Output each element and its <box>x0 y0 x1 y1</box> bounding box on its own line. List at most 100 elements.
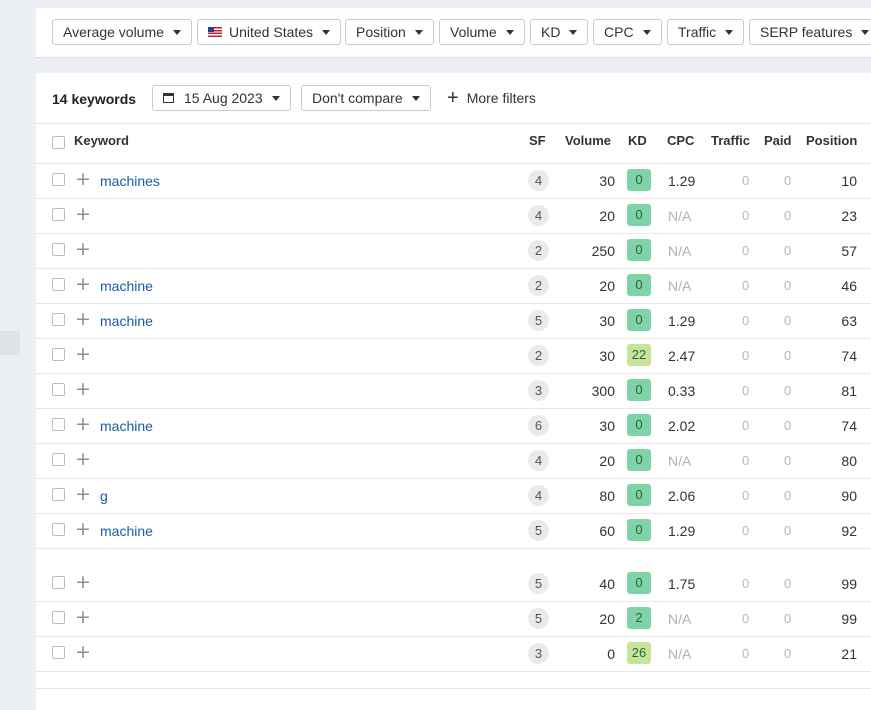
serp-features-badge[interactable]: 4 <box>528 170 549 191</box>
add-to-list-icon[interactable]: + <box>75 518 91 540</box>
keyword-link[interactable]: machine <box>100 418 153 434</box>
traffic-value: 0 <box>742 313 750 328</box>
add-to-list-icon[interactable]: + <box>75 273 91 295</box>
row-checkbox[interactable] <box>52 576 65 589</box>
traffic-filter-label: Traffic <box>678 24 717 40</box>
add-to-list-icon[interactable]: + <box>75 378 91 400</box>
serp-features-badge[interactable]: 2 <box>528 240 549 261</box>
cpc-value: 0.33 <box>668 383 696 399</box>
cpc-value: 1.29 <box>668 173 696 189</box>
row-checkbox[interactable] <box>52 313 65 326</box>
kd-filter[interactable]: KD <box>530 19 589 45</box>
date-picker[interactable]: 15 Aug 2023 <box>152 85 291 111</box>
row-checkbox[interactable] <box>52 611 65 624</box>
position-value[interactable]: 57 <box>841 243 857 259</box>
col-paid[interactable]: Paid <box>764 133 791 148</box>
row-checkbox[interactable] <box>52 383 65 396</box>
row-checkbox[interactable] <box>52 488 65 501</box>
row-checkbox[interactable] <box>52 418 65 431</box>
keyword-link[interactable]: machine <box>100 278 153 294</box>
paid-value: 0 <box>784 348 792 363</box>
position-value[interactable]: 63 <box>841 313 857 329</box>
position-value[interactable]: 23 <box>841 208 857 224</box>
add-to-list-icon[interactable]: + <box>75 641 91 663</box>
serp-features-badge[interactable]: 6 <box>528 415 549 436</box>
col-keyword[interactable]: Keyword <box>74 133 129 148</box>
serp-features-badge[interactable]: 2 <box>528 275 549 296</box>
more-filters-button[interactable]: + More filters <box>447 88 536 108</box>
position-value[interactable]: 99 <box>841 611 857 627</box>
add-to-list-icon[interactable]: + <box>75 203 91 225</box>
position-value[interactable]: 81 <box>841 383 857 399</box>
traffic-value: 0 <box>742 523 750 538</box>
add-to-list-icon[interactable]: + <box>75 571 91 593</box>
add-to-list-icon[interactable]: + <box>75 483 91 505</box>
volume-value: 20 <box>599 611 615 627</box>
serp-features-badge[interactable]: 5 <box>528 608 549 629</box>
row-checkbox[interactable] <box>52 278 65 291</box>
position-value[interactable]: 10 <box>841 173 857 189</box>
serp-features-badge[interactable]: 4 <box>528 205 549 226</box>
volume-filter[interactable]: Volume <box>439 19 525 45</box>
select-all-checkbox[interactable] <box>52 136 65 149</box>
row-checkbox[interactable] <box>52 523 65 536</box>
serp-features-badge[interactable]: 5 <box>528 573 549 594</box>
row-checkbox[interactable] <box>52 243 65 256</box>
add-to-list-icon[interactable]: + <box>75 343 91 365</box>
row-checkbox[interactable] <box>52 646 65 659</box>
add-to-list-icon[interactable]: + <box>75 448 91 470</box>
cpc-value: N/A <box>668 611 692 627</box>
volume-value: 30 <box>599 313 615 329</box>
add-to-list-icon[interactable]: + <box>75 168 91 190</box>
keyword-link[interactable]: machine <box>100 523 153 539</box>
add-to-list-icon[interactable]: + <box>75 308 91 330</box>
position-value[interactable]: 80 <box>841 453 857 469</box>
serp-features-badge[interactable]: 5 <box>528 310 549 331</box>
row-checkbox[interactable] <box>52 348 65 361</box>
serp-features-filter[interactable]: SERP features <box>749 19 871 45</box>
position-value[interactable]: 21 <box>841 646 857 662</box>
add-to-list-icon[interactable]: + <box>75 238 91 260</box>
kd-filter-label: KD <box>541 24 561 40</box>
position-value[interactable]: 99 <box>841 576 857 592</box>
add-to-list-icon[interactable]: + <box>75 606 91 628</box>
serp-features-badge[interactable]: 2 <box>528 345 549 366</box>
cpc-filter[interactable]: CPC <box>593 19 662 45</box>
volume-value: 20 <box>599 453 615 469</box>
average-volume-dropdown[interactable]: Average volume <box>52 19 192 45</box>
table-row: + machine 5 30 0 1.29 0 0 63 <box>36 303 871 339</box>
kd-badge: 0 <box>627 519 651 541</box>
chevron-down-icon <box>505 29 514 35</box>
serp-features-badge[interactable]: 5 <box>528 520 549 541</box>
serp-features-badge[interactable]: 4 <box>528 450 549 471</box>
serp-features-badge[interactable]: 3 <box>528 380 549 401</box>
traffic-value: 0 <box>742 278 750 293</box>
position-value[interactable]: 46 <box>841 278 857 294</box>
row-checkbox[interactable] <box>52 453 65 466</box>
position-value[interactable]: 92 <box>841 523 857 539</box>
traffic-filter[interactable]: Traffic <box>667 19 745 45</box>
position-value[interactable]: 90 <box>841 488 857 504</box>
keyword-link[interactable]: machines <box>100 173 160 189</box>
col-traffic[interactable]: Traffic <box>711 133 750 148</box>
traffic-value: 0 <box>742 611 750 626</box>
row-checkbox[interactable] <box>52 173 65 186</box>
compare-dropdown[interactable]: Don't compare <box>301 85 431 111</box>
add-to-list-icon[interactable]: + <box>75 413 91 435</box>
position-filter[interactable]: Position <box>345 19 434 45</box>
keywords-panel: 14 keywords 15 Aug 2023 Don't compare + M… <box>36 73 871 710</box>
row-checkbox[interactable] <box>52 208 65 221</box>
keyword-link[interactable]: machine <box>100 313 153 329</box>
col-sf[interactable]: SF <box>529 133 546 148</box>
serp-features-badge[interactable]: 4 <box>528 485 549 506</box>
keyword-link[interactable]: g <box>100 488 108 504</box>
col-kd[interactable]: KD <box>628 133 647 148</box>
position-value[interactable]: 74 <box>841 348 857 364</box>
col-position[interactable]: Position <box>806 133 857 148</box>
paid-value: 0 <box>784 278 792 293</box>
col-cpc[interactable]: CPC <box>667 133 694 148</box>
country-dropdown[interactable]: United States <box>197 19 342 45</box>
serp-features-badge[interactable]: 3 <box>528 643 549 664</box>
col-volume[interactable]: Volume <box>565 133 611 148</box>
position-value[interactable]: 74 <box>841 418 857 434</box>
